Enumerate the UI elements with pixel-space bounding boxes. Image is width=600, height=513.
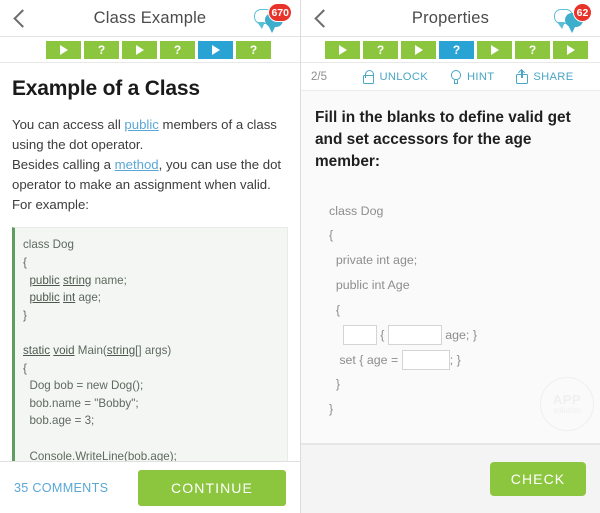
code-keyword: void — [53, 343, 75, 357]
play-icon — [338, 44, 347, 55]
continue-button[interactable]: CONTINUE — [138, 469, 286, 506]
back-button[interactable] — [301, 0, 339, 36]
code-keyword: public — [29, 291, 60, 305]
blank-input-3[interactable] — [401, 350, 450, 371]
code-keyword: int — [62, 291, 76, 305]
unlock-button[interactable]: UNLOCK — [362, 69, 428, 85]
question-mark-icon: ? — [173, 42, 182, 57]
lock-icon — [362, 69, 376, 85]
right-screen-quiz: Properties 62 ? ? ? 2/5 UNLOCK HINT SHAR… — [300, 0, 600, 513]
progress-segment-4[interactable]: ? — [160, 40, 195, 59]
question-mark-icon: ? — [528, 42, 537, 57]
progress-segment-1[interactable] — [325, 40, 360, 59]
comments-link[interactable]: 35 COMMENTS — [14, 481, 108, 495]
blank-input-2[interactable] — [387, 325, 442, 346]
left-footer: 35 COMMENTS CONTINUE — [0, 461, 300, 513]
share-label: SHARE — [533, 70, 574, 83]
progress-segment-3[interactable] — [401, 40, 436, 59]
quiz-code: class Dog { private int age; public int … — [315, 199, 586, 422]
play-icon — [414, 44, 423, 55]
progress-segment-2[interactable]: ? — [84, 40, 119, 59]
code-line-3: private int age; — [329, 253, 418, 268]
play-icon — [59, 44, 68, 55]
play-icon — [566, 44, 575, 55]
share-button[interactable]: SHARE — [515, 69, 573, 85]
comments-count-badge: 62 — [573, 3, 592, 22]
hint-button[interactable]: HINT — [449, 69, 494, 85]
step-counter: 2/5 — [311, 70, 327, 83]
blank-line-2-after: ; } — [449, 352, 461, 367]
play-icon — [211, 44, 220, 55]
quiz-prompt: Fill in the blanks to define valid get a… — [315, 109, 571, 170]
back-chevron-icon — [315, 9, 326, 28]
dual-screenshot-container: Class Example 670 ? ? ? Example of a Cla… — [0, 0, 600, 513]
progress-segment-4-active[interactable]: ? — [439, 40, 474, 59]
right-footer: CHECK — [301, 443, 600, 513]
blank-line-2-before: set { age = — [329, 352, 402, 367]
code-line-6: } — [329, 377, 341, 392]
question-mark-icon: ? — [452, 42, 461, 57]
question-mark-icon: ? — [97, 42, 106, 57]
quiz-area: Fill in the blanks to define valid get a… — [301, 91, 600, 443]
code-keyword: public — [29, 273, 60, 287]
comments-count-badge: 670 — [268, 3, 292, 22]
left-progress-bar: ? ? ? — [0, 37, 300, 63]
code-line-2: { — [329, 228, 334, 243]
play-icon — [135, 44, 144, 55]
question-mark-icon: ? — [249, 42, 258, 57]
unlock-label: UNLOCK — [379, 70, 428, 83]
left-header: Class Example 670 — [0, 0, 300, 37]
lesson-para2-a: Besides calling a — [12, 157, 115, 173]
blank-input-1[interactable] — [342, 325, 377, 346]
progress-segment-5[interactable] — [477, 40, 512, 59]
lesson-title: Example of a Class — [12, 77, 200, 100]
progress-segment-6[interactable]: ? — [515, 40, 550, 59]
code-line-blank-2: set { age = ; } — [329, 348, 586, 373]
code-line-5: { — [329, 302, 341, 317]
lesson-body: You can access all public members of a c… — [12, 115, 288, 215]
progress-segment-1[interactable] — [46, 40, 81, 59]
link-public[interactable]: public — [124, 117, 158, 132]
progress-segment-5-active[interactable] — [198, 40, 233, 59]
blank-line-1-after: age; } — [441, 327, 477, 342]
quiz-actions-row: 2/5 UNLOCK HINT SHARE — [301, 63, 600, 91]
code-line-4: public int Age — [329, 278, 410, 293]
lesson-content: Example of a Class You can access all pu… — [0, 63, 300, 461]
lesson-para1-a: You can access all — [12, 117, 125, 132]
code-line-7: } — [329, 402, 334, 417]
check-button[interactable]: CHECK — [490, 462, 586, 496]
progress-segment-3[interactable] — [122, 40, 157, 59]
blank-line-1-mid: { — [376, 327, 388, 342]
blank-line-1-indent — [329, 328, 343, 342]
link-method[interactable]: method — [115, 157, 159, 172]
play-icon — [490, 44, 499, 55]
comments-bubbles-icon[interactable]: 62 — [554, 3, 592, 33]
progress-segment-6[interactable]: ? — [236, 40, 271, 59]
lightbulb-icon — [449, 69, 463, 85]
question-mark-icon: ? — [376, 42, 385, 57]
comments-bubbles-icon[interactable]: 670 — [254, 3, 292, 33]
progress-segment-7[interactable] — [553, 40, 588, 59]
back-chevron-icon — [14, 9, 25, 28]
left-screen-lesson: Class Example 670 ? ? ? Example of a Cla… — [0, 0, 300, 513]
progress-segment-2[interactable]: ? — [363, 40, 398, 59]
code-keyword: static — [23, 343, 51, 357]
code-keyword: string — [62, 273, 92, 287]
share-icon — [515, 69, 529, 85]
lesson-para3: For example: — [12, 197, 89, 213]
right-header: Properties 62 — [301, 0, 600, 37]
code-keyword: string — [106, 343, 136, 357]
code-sample: class Dog { public string name; public i… — [12, 227, 288, 461]
right-progress-bar: ? ? ? — [301, 37, 600, 63]
actions-group: UNLOCK HINT SHARE — [351, 69, 590, 85]
code-line-1: class Dog — [329, 203, 384, 218]
back-button[interactable] — [0, 0, 38, 36]
hint-label: HINT — [467, 70, 495, 83]
code-line-blank-1: { age; } — [329, 323, 586, 348]
